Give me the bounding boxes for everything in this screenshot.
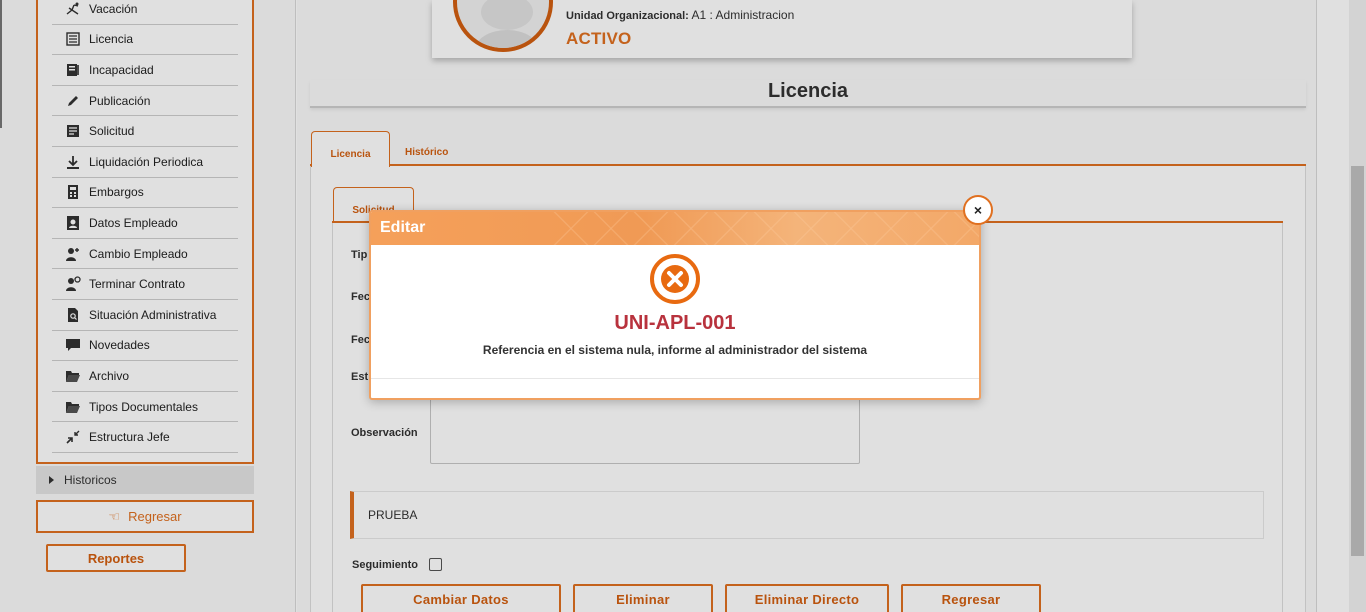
error-icon bbox=[650, 254, 700, 304]
unidad-label: Unidad Organizacional: bbox=[566, 10, 689, 22]
folder-open-icon bbox=[64, 368, 82, 384]
sidebar-item-liquidacion[interactable]: Liquidación Periodica bbox=[52, 147, 238, 178]
document-search-icon bbox=[64, 307, 82, 323]
seguimiento-checkbox[interactable] bbox=[429, 558, 442, 571]
eliminar-button[interactable]: Eliminar bbox=[573, 584, 713, 612]
observacion-label: Observación bbox=[351, 427, 418, 439]
user-edit-icon bbox=[64, 246, 82, 262]
id-card-icon bbox=[64, 215, 82, 231]
historicos-label: Historicos bbox=[64, 473, 117, 487]
dialog-title: Editar bbox=[380, 219, 426, 236]
seguimiento-label: Seguimiento bbox=[352, 559, 419, 571]
list-document-icon bbox=[64, 31, 82, 47]
fecha-inicio-label: Fec bbox=[351, 291, 370, 303]
tipo-label: Tip bbox=[351, 249, 368, 261]
sidebar-item-publicacion[interactable]: Publicación bbox=[52, 86, 238, 117]
unidad-value: A1 : Administracion bbox=[691, 8, 795, 22]
page-title: Licencia bbox=[310, 80, 1306, 108]
reportes-button[interactable]: Reportes bbox=[46, 544, 186, 572]
sidebar-item-label: Tipos Documentales bbox=[89, 399, 198, 414]
sidebar-regresar-button[interactable]: ☜ Regresar bbox=[36, 500, 254, 533]
close-icon: × bbox=[973, 202, 983, 218]
error-code: UNI-APL-001 bbox=[614, 312, 736, 334]
sidebar-item-licencia[interactable]: Licencia bbox=[52, 25, 238, 56]
sidebar-item-cambio-empleado[interactable]: Cambio Empleado bbox=[52, 239, 238, 270]
sidebar-item-datos-empleado[interactable]: Datos Empleado bbox=[52, 208, 238, 239]
estado-label: Est bbox=[351, 371, 369, 383]
cambiar-datos-button[interactable]: Cambiar Datos bbox=[361, 584, 561, 612]
scrollbar-thumb[interactable] bbox=[1351, 166, 1364, 556]
sidebar-item-label: Situación Administrativa bbox=[89, 307, 217, 322]
sidebar-item-label: Novedades bbox=[89, 338, 150, 353]
tab-licencia[interactable]: Licencia bbox=[311, 131, 390, 167]
unidad-organizacional: Unidad Organizacional: A1 : Administraci… bbox=[566, 8, 794, 22]
note-box: PRUEBA bbox=[350, 491, 1264, 539]
caret-right-icon bbox=[49, 476, 54, 484]
error-dialog: Editar UNI-APL-001 Referencia en el sist… bbox=[369, 210, 981, 400]
sidebar-menu: Vacación Licencia Incapacidad Publicació… bbox=[52, 0, 238, 453]
hand-pointing-icon: ☜ bbox=[108, 508, 121, 524]
fecha-fin-label: Fec bbox=[351, 334, 370, 346]
sidebar-item-label: Incapacidad bbox=[89, 62, 154, 77]
form-icon bbox=[64, 123, 82, 139]
sidebar-item-solicitud[interactable]: Solicitud bbox=[52, 116, 238, 147]
tab-historico[interactable]: Histórico bbox=[405, 147, 448, 158]
sidebar-item-label: Licencia bbox=[89, 32, 134, 47]
folder-open-icon bbox=[64, 399, 82, 415]
left-scroll-indicator bbox=[0, 0, 2, 128]
sidebar-item-label: Datos Empleado bbox=[89, 215, 178, 230]
sidebar-item-label: Terminar Contrato bbox=[89, 277, 186, 292]
chat-icon bbox=[64, 337, 82, 353]
observacion-textarea[interactable] bbox=[430, 398, 860, 464]
sidebar-item-tipos-documentales[interactable]: Tipos Documentales bbox=[52, 392, 238, 423]
calculator-icon bbox=[64, 184, 82, 200]
dialog-header: Editar bbox=[371, 212, 979, 245]
sidebar-item-label: Archivo bbox=[89, 368, 130, 383]
tabs-underline bbox=[310, 164, 1306, 166]
historicos-accordion[interactable]: Historicos bbox=[36, 466, 254, 494]
sidebar-item-label: Vacación bbox=[89, 1, 138, 16]
dialog-footer-divider bbox=[371, 378, 979, 379]
beach-chair-icon bbox=[64, 1, 82, 17]
status-badge: ACTIVO bbox=[566, 29, 632, 48]
pencil-icon bbox=[64, 93, 82, 109]
sidebar-item-label: Estructura Jefe bbox=[89, 430, 170, 445]
download-icon bbox=[64, 154, 82, 170]
sidebar-item-terminar-contrato[interactable]: Terminar Contrato bbox=[52, 269, 238, 300]
sidebar-item-label: Solicitud bbox=[89, 124, 135, 139]
sidebar-item-label: Embargos bbox=[89, 185, 144, 200]
book-stack-icon bbox=[64, 62, 82, 78]
sidebar-regresar-label: Regresar bbox=[128, 509, 182, 524]
close-dialog-button[interactable]: × bbox=[963, 195, 993, 225]
sidebar-item-vacacion[interactable]: Vacación bbox=[52, 0, 238, 25]
sidebar-item-estructura-jefe[interactable]: Estructura Jefe bbox=[52, 422, 238, 453]
sidebar-item-incapacidad[interactable]: Incapacidad bbox=[52, 55, 238, 86]
sidebar-item-novedades[interactable]: Novedades bbox=[52, 331, 238, 362]
error-message: Referencia en el sistema nula, informe a… bbox=[482, 343, 868, 357]
sidebar-item-label: Cambio Empleado bbox=[89, 246, 188, 261]
sidebar-item-label: Publicación bbox=[89, 93, 151, 108]
sidebar-item-embargos[interactable]: Embargos bbox=[52, 178, 238, 209]
sidebar-item-situacion-administrativa[interactable]: Situación Administrativa bbox=[52, 300, 238, 331]
sidebar-item-label: Liquidación Periodica bbox=[89, 154, 204, 169]
eliminar-directo-button[interactable]: Eliminar Directo bbox=[725, 584, 889, 612]
user-remove-icon bbox=[64, 276, 82, 292]
sidebar-item-archivo[interactable]: Archivo bbox=[52, 361, 238, 392]
regresar-button[interactable]: Regresar bbox=[901, 584, 1041, 612]
compress-arrows-icon bbox=[64, 429, 82, 445]
